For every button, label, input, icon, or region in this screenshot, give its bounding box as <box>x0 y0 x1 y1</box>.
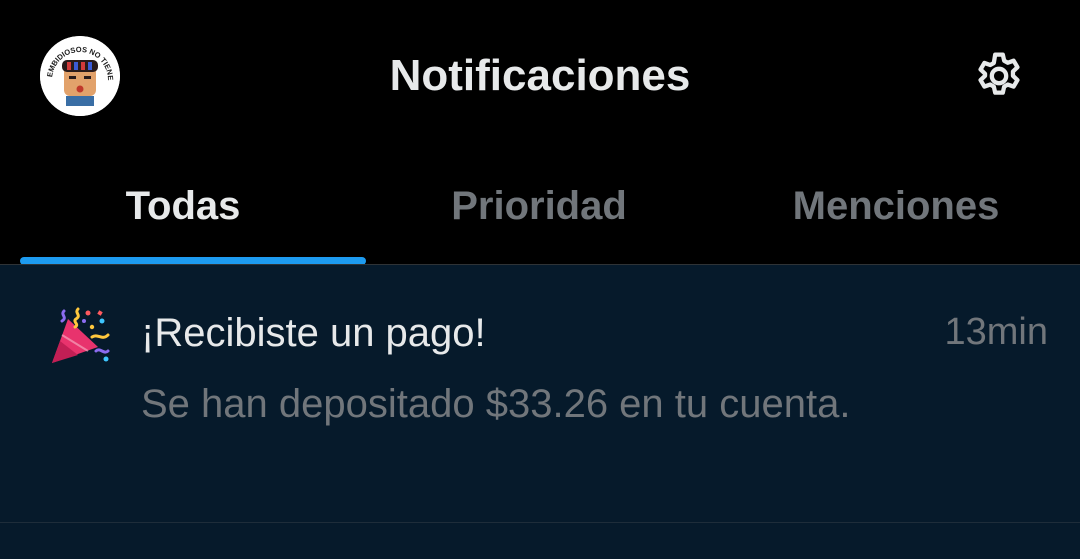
tab-todas[interactable]: Todas <box>0 150 366 265</box>
tab-label: Menciones <box>792 184 1000 228</box>
party-popper-icon <box>52 307 110 363</box>
notification-body: Se han depositado $33.26 en tu cuenta. <box>141 382 851 426</box>
avatar[interactable]: EMBIDIOSOS NO TIENEN AMARO <box>40 36 120 116</box>
tab-prioridad[interactable]: Prioridad <box>366 150 712 265</box>
page-title: Notificaciones <box>389 51 691 100</box>
divider <box>0 522 1080 523</box>
list-item[interactable]: ¡Recibiste un pago! 13min Se han deposit… <box>0 265 1080 522</box>
tab-label: Prioridad <box>451 184 627 228</box>
settings-button[interactable] <box>966 46 1032 106</box>
avatar-image: EMBIDIOSOS NO TIENEN AMARO <box>40 36 120 116</box>
tab-menciones[interactable]: Menciones <box>712 150 1080 265</box>
tab-label: Todas <box>125 184 241 228</box>
notification-title: ¡Recibiste un pago! <box>141 311 486 355</box>
top-app-bar: EMBIDIOSOS NO TIENEN AMARO Notificacione… <box>0 0 1080 150</box>
notification-tabs: Todas Prioridad Menciones <box>0 150 1080 265</box>
notification-list: ¡Recibiste un pago! 13min Se han deposit… <box>0 265 1080 559</box>
notification-timestamp: 13min <box>944 311 1049 353</box>
gear-icon <box>978 52 1020 95</box>
